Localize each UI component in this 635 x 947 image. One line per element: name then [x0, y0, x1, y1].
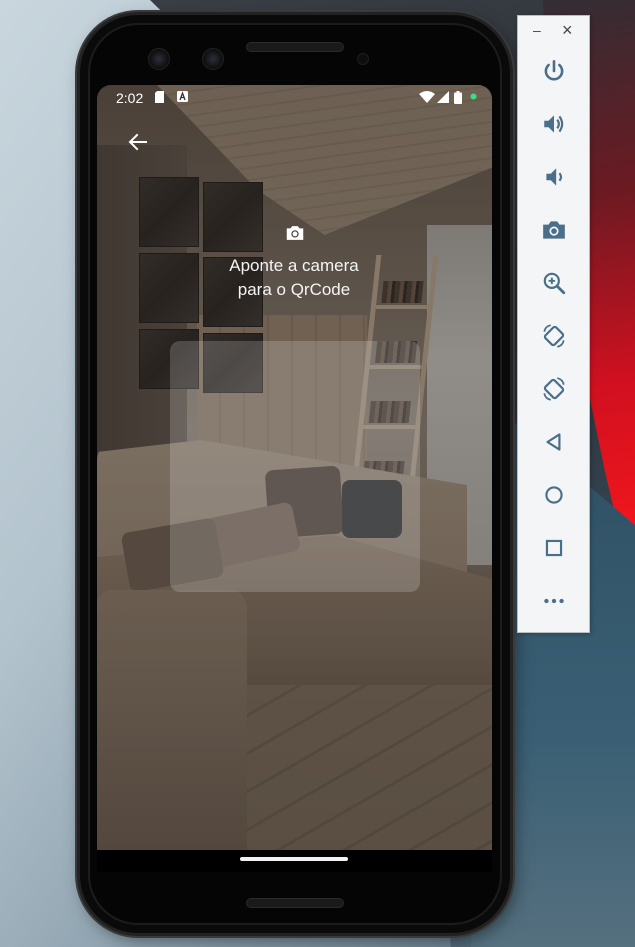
rotate-right-icon: [543, 377, 565, 401]
screenshot-button[interactable]: [539, 215, 569, 245]
instruction-line-1: Aponte a camera: [229, 256, 359, 275]
more-button[interactable]: [539, 586, 569, 616]
scan-instruction: Aponte a camera para o QrCode: [194, 254, 394, 302]
volume-down-button[interactable]: [539, 162, 569, 192]
sd-card-icon: [155, 91, 164, 103]
phone-screen: 2:02 Aponte a camera para o QrCode: [97, 85, 492, 872]
status-time: 2:02: [116, 90, 144, 106]
volume-up-icon: [544, 115, 564, 133]
screenshot-camera-icon: [543, 221, 565, 239]
back-triangle-icon: [546, 433, 561, 451]
front-camera-icon: [148, 48, 170, 70]
home-button[interactable]: [539, 480, 569, 510]
minimize-button[interactable]: –: [533, 22, 547, 38]
status-bar: 2:02: [97, 85, 492, 111]
earpiece-speaker: [246, 42, 344, 52]
toolbar-title-row: – ×: [518, 16, 589, 48]
volume-down-icon: [546, 168, 563, 186]
qr-scan-area: [170, 341, 420, 592]
cell-signal-icon: [437, 91, 449, 103]
camera-icon: [286, 226, 304, 240]
home-gesture-bar[interactable]: [240, 857, 348, 861]
home-circle-icon: [545, 486, 563, 504]
back-button[interactable]: [539, 427, 569, 457]
close-button[interactable]: ×: [562, 21, 576, 39]
back-arrow-icon[interactable]: [126, 130, 150, 154]
overview-square-icon: [545, 539, 563, 557]
more-icon: [544, 598, 564, 604]
rotate-left-icon: [543, 324, 565, 348]
battery-icon: [454, 91, 462, 104]
volume-up-button[interactable]: [539, 109, 569, 139]
rotate-left-button[interactable]: [539, 321, 569, 351]
rotate-right-button[interactable]: [539, 374, 569, 404]
proximity-sensor: [357, 53, 369, 65]
status-dot-icon: [470, 93, 477, 100]
emulator-toolbar: – ×: [517, 15, 590, 633]
bottom-speaker: [246, 898, 344, 908]
overview-button[interactable]: [539, 533, 569, 563]
zoom-icon: [543, 272, 566, 295]
power-button[interactable]: [539, 56, 569, 86]
front-sensor-icon: [202, 48, 224, 70]
notification-a-icon: [177, 91, 188, 102]
zoom-button[interactable]: [539, 268, 569, 298]
navigation-bar: [97, 850, 492, 872]
instruction-line-2: para o QrCode: [237, 280, 351, 299]
wifi-icon: [419, 91, 435, 103]
power-icon: [544, 59, 564, 81]
